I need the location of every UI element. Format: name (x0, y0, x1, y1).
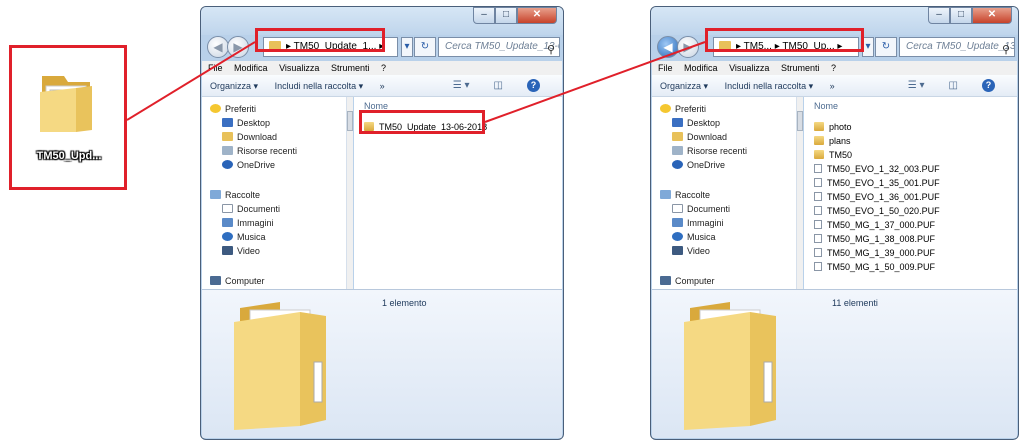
arrow-desktop-to-window (126, 41, 256, 121)
arrow-folder-to-window (484, 41, 706, 123)
annotation-arrows (126, 41, 706, 123)
